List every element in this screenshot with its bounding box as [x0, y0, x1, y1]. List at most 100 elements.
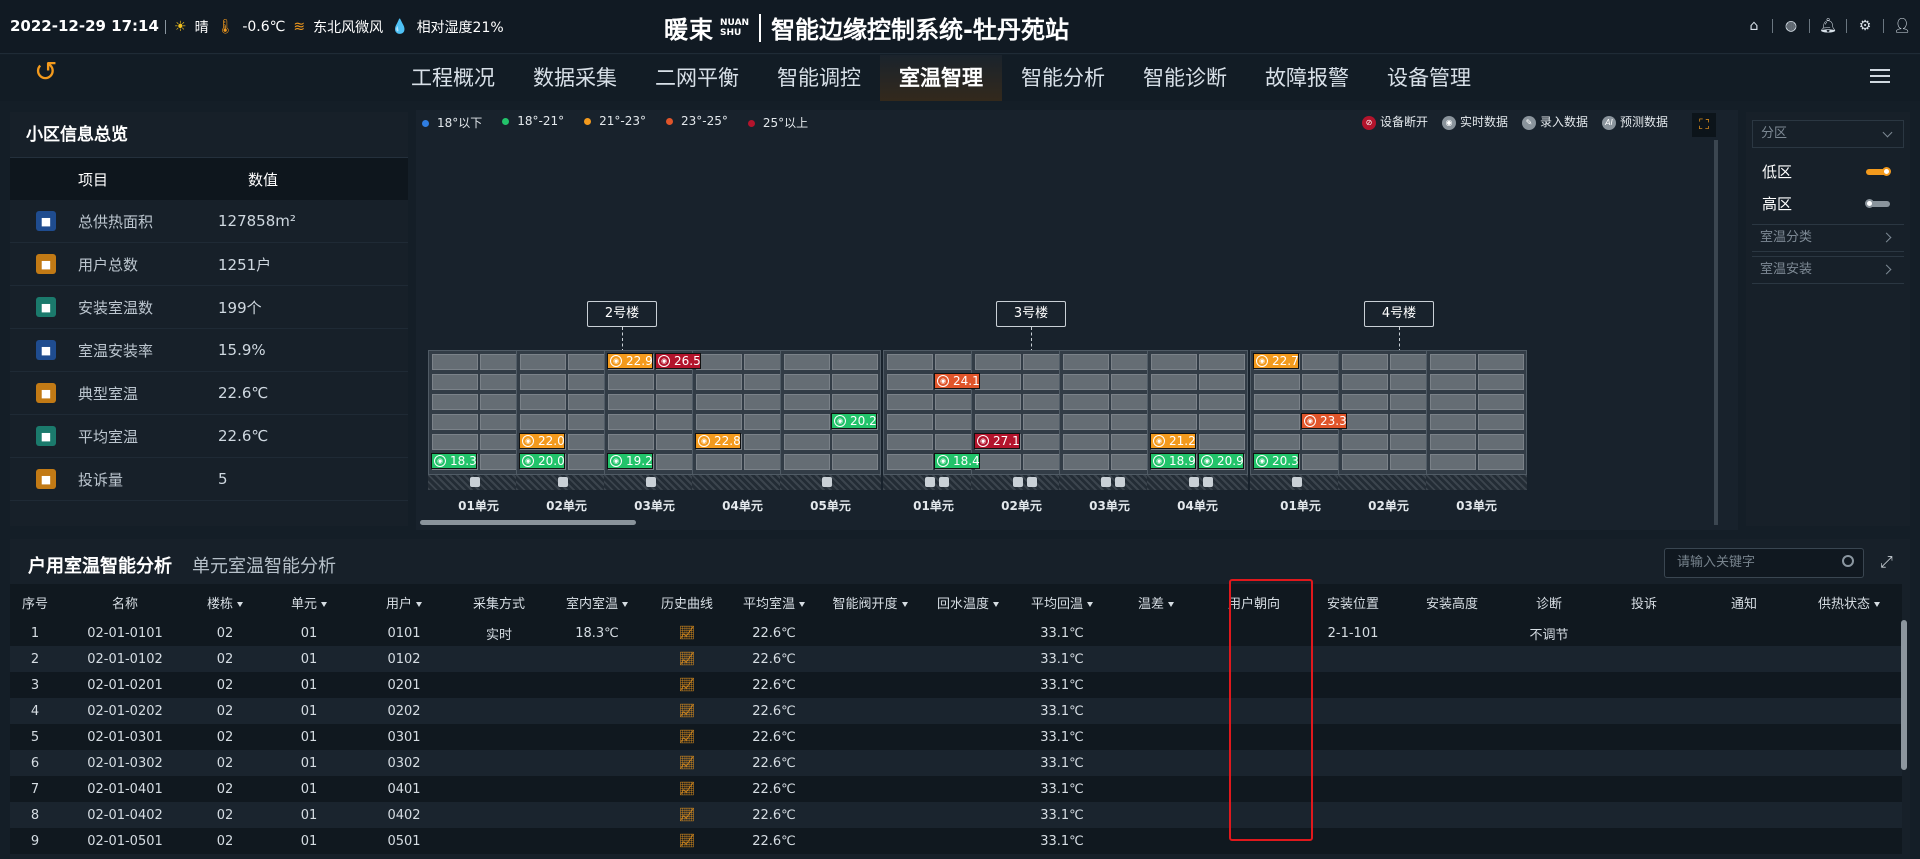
- search-input[interactable]: 请输入关键字: [1664, 548, 1864, 578]
- apartment-cell[interactable]: [520, 374, 566, 390]
- temperature-reading[interactable]: ◉ 19.2: [607, 453, 653, 469]
- table-row[interactable]: 8 02-01-0402 02 01 0402 📈︎ 22.6℃ 33.1℃: [10, 802, 1902, 828]
- table-row[interactable]: 9 02-01-0501 02 01 0501 📈︎ 22.6℃ 33.1℃: [10, 828, 1902, 854]
- apartment-cell[interactable]: [832, 394, 878, 410]
- apartment-cell[interactable]: [887, 394, 933, 410]
- column-header[interactable]: 供热状态: [1796, 593, 1902, 612]
- apartment-cell[interactable]: [1199, 354, 1245, 370]
- apartment-cell[interactable]: [1342, 454, 1388, 470]
- apartment-cell[interactable]: [1254, 374, 1300, 390]
- apartment-cell[interactable]: [1063, 454, 1109, 470]
- room-temp-category[interactable]: 室温分类: [1752, 224, 1904, 252]
- apartment-cell[interactable]: [832, 354, 878, 370]
- line-chart-icon[interactable]: 📈︎: [679, 834, 696, 849]
- apartment-cell[interactable]: [520, 354, 566, 370]
- apartment-cell[interactable]: [432, 414, 478, 430]
- apartment-cell[interactable]: [1342, 374, 1388, 390]
- apartment-cell[interactable]: [432, 374, 478, 390]
- temperature-reading[interactable]: ◉ 22.8: [695, 433, 741, 449]
- apartment-cell[interactable]: [784, 394, 830, 410]
- temperature-reading[interactable]: ◉ 22.7: [1253, 353, 1299, 369]
- column-header[interactable]: 楼栋: [190, 593, 260, 612]
- apartment-cell[interactable]: [1199, 394, 1245, 410]
- temperature-reading[interactable]: ◉ 20.9: [1198, 453, 1244, 469]
- line-chart-icon[interactable]: 📈︎: [679, 808, 696, 823]
- apartment-cell[interactable]: [1478, 374, 1524, 390]
- tab-device-management[interactable]: 设备管理: [1368, 55, 1490, 101]
- home-icon[interactable]: ⌂: [1744, 16, 1764, 36]
- apartment-cell[interactable]: [1151, 354, 1197, 370]
- column-header[interactable]: 单元: [260, 593, 358, 612]
- apartment-cell[interactable]: [608, 394, 654, 410]
- apartment-cell[interactable]: [832, 374, 878, 390]
- apartment-cell[interactable]: [975, 414, 1021, 430]
- tab-project-overview[interactable]: 工程概况: [392, 55, 514, 101]
- gear-icon[interactable]: ⚙: [1855, 16, 1875, 36]
- apartment-cell[interactable]: [1151, 374, 1197, 390]
- map-horizontal-scrollbar[interactable]: [420, 520, 1720, 526]
- table-row[interactable]: 5 02-01-0301 02 01 0301 📈︎ 22.6℃ 33.1℃: [10, 724, 1902, 750]
- temperature-reading[interactable]: ◉ 24.1: [934, 373, 980, 389]
- apartment-cell[interactable]: [784, 454, 830, 470]
- apartment-cell[interactable]: [1342, 354, 1388, 370]
- apartment-cell[interactable]: [1342, 434, 1388, 450]
- line-chart-icon[interactable]: 📈︎: [679, 678, 696, 693]
- tab-smart-control[interactable]: 智能调控: [758, 55, 880, 101]
- apartment-cell[interactable]: [1254, 394, 1300, 410]
- apartment-cell[interactable]: [1342, 414, 1388, 430]
- high-zone-option[interactable]: 高区: [1746, 188, 1910, 220]
- line-chart-icon[interactable]: 📈︎: [679, 730, 696, 745]
- apartment-cell[interactable]: [1478, 394, 1524, 410]
- temperature-reading[interactable]: ◉ 26.5: [655, 353, 701, 369]
- temperature-reading[interactable]: ◉ 20.0: [519, 453, 565, 469]
- expand-icon[interactable]: ⤢: [1880, 552, 1893, 572]
- table-row[interactable]: 1 02-01-0101 02 01 0101 实时 18.3℃ 📈︎ 22.6℃ 33.1℃ 2-…: [10, 620, 1902, 646]
- apartment-cell[interactable]: [696, 354, 742, 370]
- apartment-cell[interactable]: [887, 354, 933, 370]
- tab-secondary-balance[interactable]: 二网平衡: [636, 55, 758, 101]
- line-chart-icon[interactable]: 📈︎: [679, 626, 696, 641]
- temperature-reading[interactable]: ◉ 22.9: [607, 353, 653, 369]
- apartment-cell[interactable]: [1478, 354, 1524, 370]
- column-header[interactable]: 平均室温: [728, 593, 820, 612]
- temperature-reading[interactable]: ◉ 20.3: [1253, 453, 1299, 469]
- map-vertical-scrollbar[interactable]: [1714, 140, 1718, 525]
- apartment-cell[interactable]: [1430, 414, 1476, 430]
- apartment-cell[interactable]: [887, 374, 933, 390]
- apartment-cell[interactable]: [1342, 394, 1388, 410]
- building-label[interactable]: 3号楼: [996, 301, 1066, 327]
- apartment-cell[interactable]: [887, 434, 933, 450]
- tab-smart-analysis[interactable]: 智能分析: [1002, 55, 1124, 101]
- line-chart-icon[interactable]: 📈︎: [679, 782, 696, 797]
- line-chart-icon[interactable]: 📈︎: [679, 704, 696, 719]
- apartment-cell[interactable]: [784, 414, 830, 430]
- temperature-reading[interactable]: ◉ 22.0: [519, 433, 565, 449]
- apartment-cell[interactable]: [608, 414, 654, 430]
- apartment-cell[interactable]: [1478, 434, 1524, 450]
- apartment-cell[interactable]: [975, 394, 1021, 410]
- apartment-cell[interactable]: [432, 394, 478, 410]
- column-header[interactable]: 回水温度: [920, 593, 1016, 612]
- table-row[interactable]: 2 02-01-0102 02 01 0102 📈︎ 22.6℃ 33.1℃: [10, 646, 1902, 672]
- apartment-cell[interactable]: [432, 434, 478, 450]
- apartment-cell[interactable]: [696, 394, 742, 410]
- apartment-cell[interactable]: [1430, 434, 1476, 450]
- room-temp-install[interactable]: 室温安装: [1752, 256, 1904, 284]
- apartment-cell[interactable]: [1063, 354, 1109, 370]
- globe-icon[interactable]: ◍: [1781, 16, 1801, 36]
- apartment-cell[interactable]: [1478, 414, 1524, 430]
- apartment-cell[interactable]: [520, 394, 566, 410]
- apartment-cell[interactable]: [887, 414, 933, 430]
- apartment-cell[interactable]: [975, 354, 1021, 370]
- low-zone-toggle[interactable]: [1866, 167, 1891, 176]
- column-header[interactable]: 用户: [358, 593, 450, 612]
- temperature-reading[interactable]: ◉ 18.9: [1150, 453, 1196, 469]
- line-chart-icon[interactable]: 📈︎: [679, 756, 696, 771]
- apartment-cell[interactable]: [1063, 374, 1109, 390]
- table-row[interactable]: 4 02-01-0202 02 01 0202 📈︎ 22.6℃ 33.1℃: [10, 698, 1902, 724]
- apartment-cell[interactable]: [432, 354, 478, 370]
- apartment-cell[interactable]: [1063, 414, 1109, 430]
- apartment-cell[interactable]: [1254, 414, 1300, 430]
- apartment-cell[interactable]: [1430, 454, 1476, 470]
- apartment-cell[interactable]: [975, 374, 1021, 390]
